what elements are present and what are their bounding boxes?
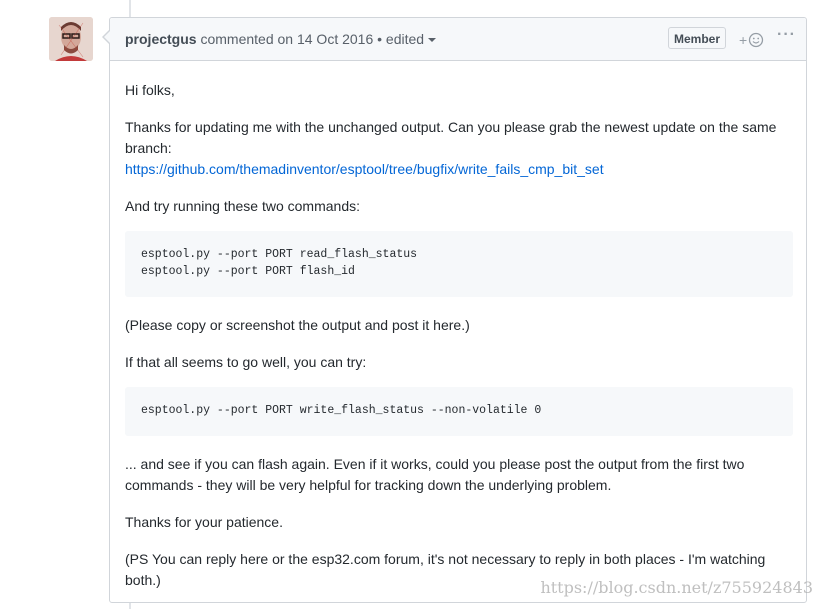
paragraph-try-commands: And try running these two commands: [125, 198, 361, 214]
branch-link[interactable]: https://github.com/themadinventor/esptoo… [125, 161, 604, 177]
paragraph-greeting: Hi folks, [125, 82, 175, 98]
code-block-write-status: esptool.py --port PORT write_flash_statu… [125, 387, 793, 436]
avatar-portrait-icon [49, 17, 93, 61]
paragraph-copy-output: (Please copy or screenshot the output an… [125, 317, 470, 333]
paragraph-flash-again: ... and see if you can flash again. Even… [125, 456, 745, 493]
avatar[interactable] [49, 17, 93, 61]
comment-box: projectgus commented on 14 Oct 2016 • ed… [102, 17, 807, 603]
request-text: Thanks for updating me with the unchange… [125, 119, 777, 156]
member-badge: Member [668, 27, 726, 49]
code-block-commands: esptool.py --port PORT read_flash_status… [125, 231, 793, 297]
paragraph-thanks: Thanks for your patience. [125, 514, 283, 530]
more-options-icon[interactable]: ··· [777, 26, 796, 44]
add-reaction-button[interactable]: + [739, 30, 764, 50]
watermark: https://blog.csdn.net/z755924843 [540, 578, 813, 597]
author-link[interactable]: projectgus [125, 31, 197, 47]
caret-down-icon[interactable] [428, 38, 437, 43]
smiley-icon [749, 32, 764, 48]
paragraph-request: Thanks for updating me with the unchange… [125, 117, 793, 180]
code-line: esptool.py --port PORT read_flash_status [141, 248, 418, 261]
paragraph-if-well: If that all seems to go well, you can tr… [125, 354, 367, 370]
code-line: esptool.py --port PORT flash_id [141, 265, 355, 278]
plus-label: + [739, 32, 748, 48]
comment-action-text[interactable]: commented on 14 Oct 2016 • edited [197, 31, 424, 47]
code-line: esptool.py --port PORT write_flash_statu… [141, 404, 542, 417]
comment-meta: projectgus commented on 14 Oct 2016 • ed… [125, 31, 437, 47]
comment-header: projectgus commented on 14 Oct 2016 • ed… [110, 18, 806, 61]
